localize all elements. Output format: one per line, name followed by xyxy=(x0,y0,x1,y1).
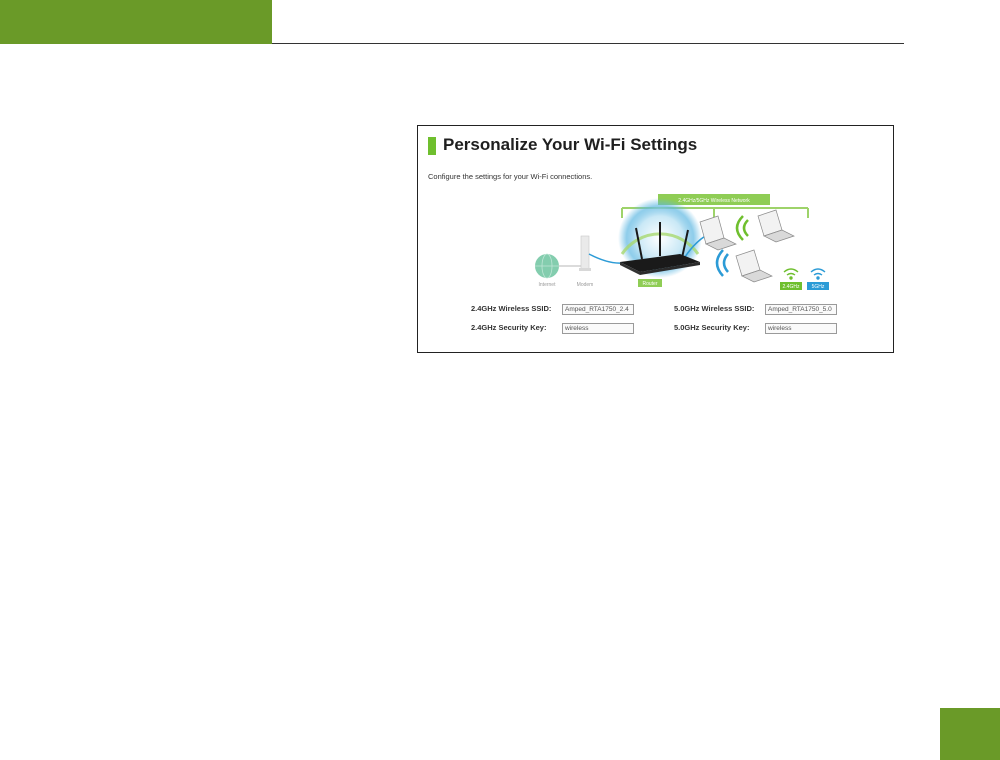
modem-icon xyxy=(579,235,591,271)
key-24-label: 2.4GHz Security Key: xyxy=(471,323,547,332)
wifi-icon xyxy=(810,268,826,280)
band-24-badge: 2.4GHz xyxy=(783,284,800,290)
header-rule xyxy=(272,43,904,44)
setup-panel-screenshot: Personalize Your Wi-Fi Settings Configur… xyxy=(417,125,894,353)
key-5-label: 5.0GHz Security Key: xyxy=(674,323,750,332)
ssid-24-label: 2.4GHz Wireless SSID: xyxy=(471,304,552,313)
laptop-icon xyxy=(699,215,737,251)
network-diagram: 2.4GHz/5GHz Wireless Network Internet Mo… xyxy=(535,194,829,290)
blue-signal-waves xyxy=(715,249,729,277)
wifi-icon xyxy=(783,268,799,280)
ssid-24-input[interactable]: Amped_RTA1750_2.4 xyxy=(562,304,634,315)
modem-label: Modem xyxy=(577,282,594,288)
laptop-icon xyxy=(735,249,773,283)
page-corner-tab xyxy=(940,708,1000,760)
router-label: Router xyxy=(642,281,657,287)
laptop-icon xyxy=(757,209,795,243)
network-label: 2.4GHz/5GHz Wireless Network xyxy=(678,198,750,204)
band-5-badge: 5GHz xyxy=(812,284,825,290)
green-signal-waves xyxy=(735,215,749,241)
ssid-5-input[interactable]: Amped_RTA1750_5.0 xyxy=(765,304,837,315)
header-tab xyxy=(0,0,272,44)
globe-icon xyxy=(535,253,559,279)
key-24-input[interactable]: wireless xyxy=(562,323,634,334)
key-5-input[interactable]: wireless xyxy=(765,323,837,334)
ssid-5-label: 5.0GHz Wireless SSID: xyxy=(674,304,755,313)
internet-label: Internet xyxy=(539,282,557,288)
